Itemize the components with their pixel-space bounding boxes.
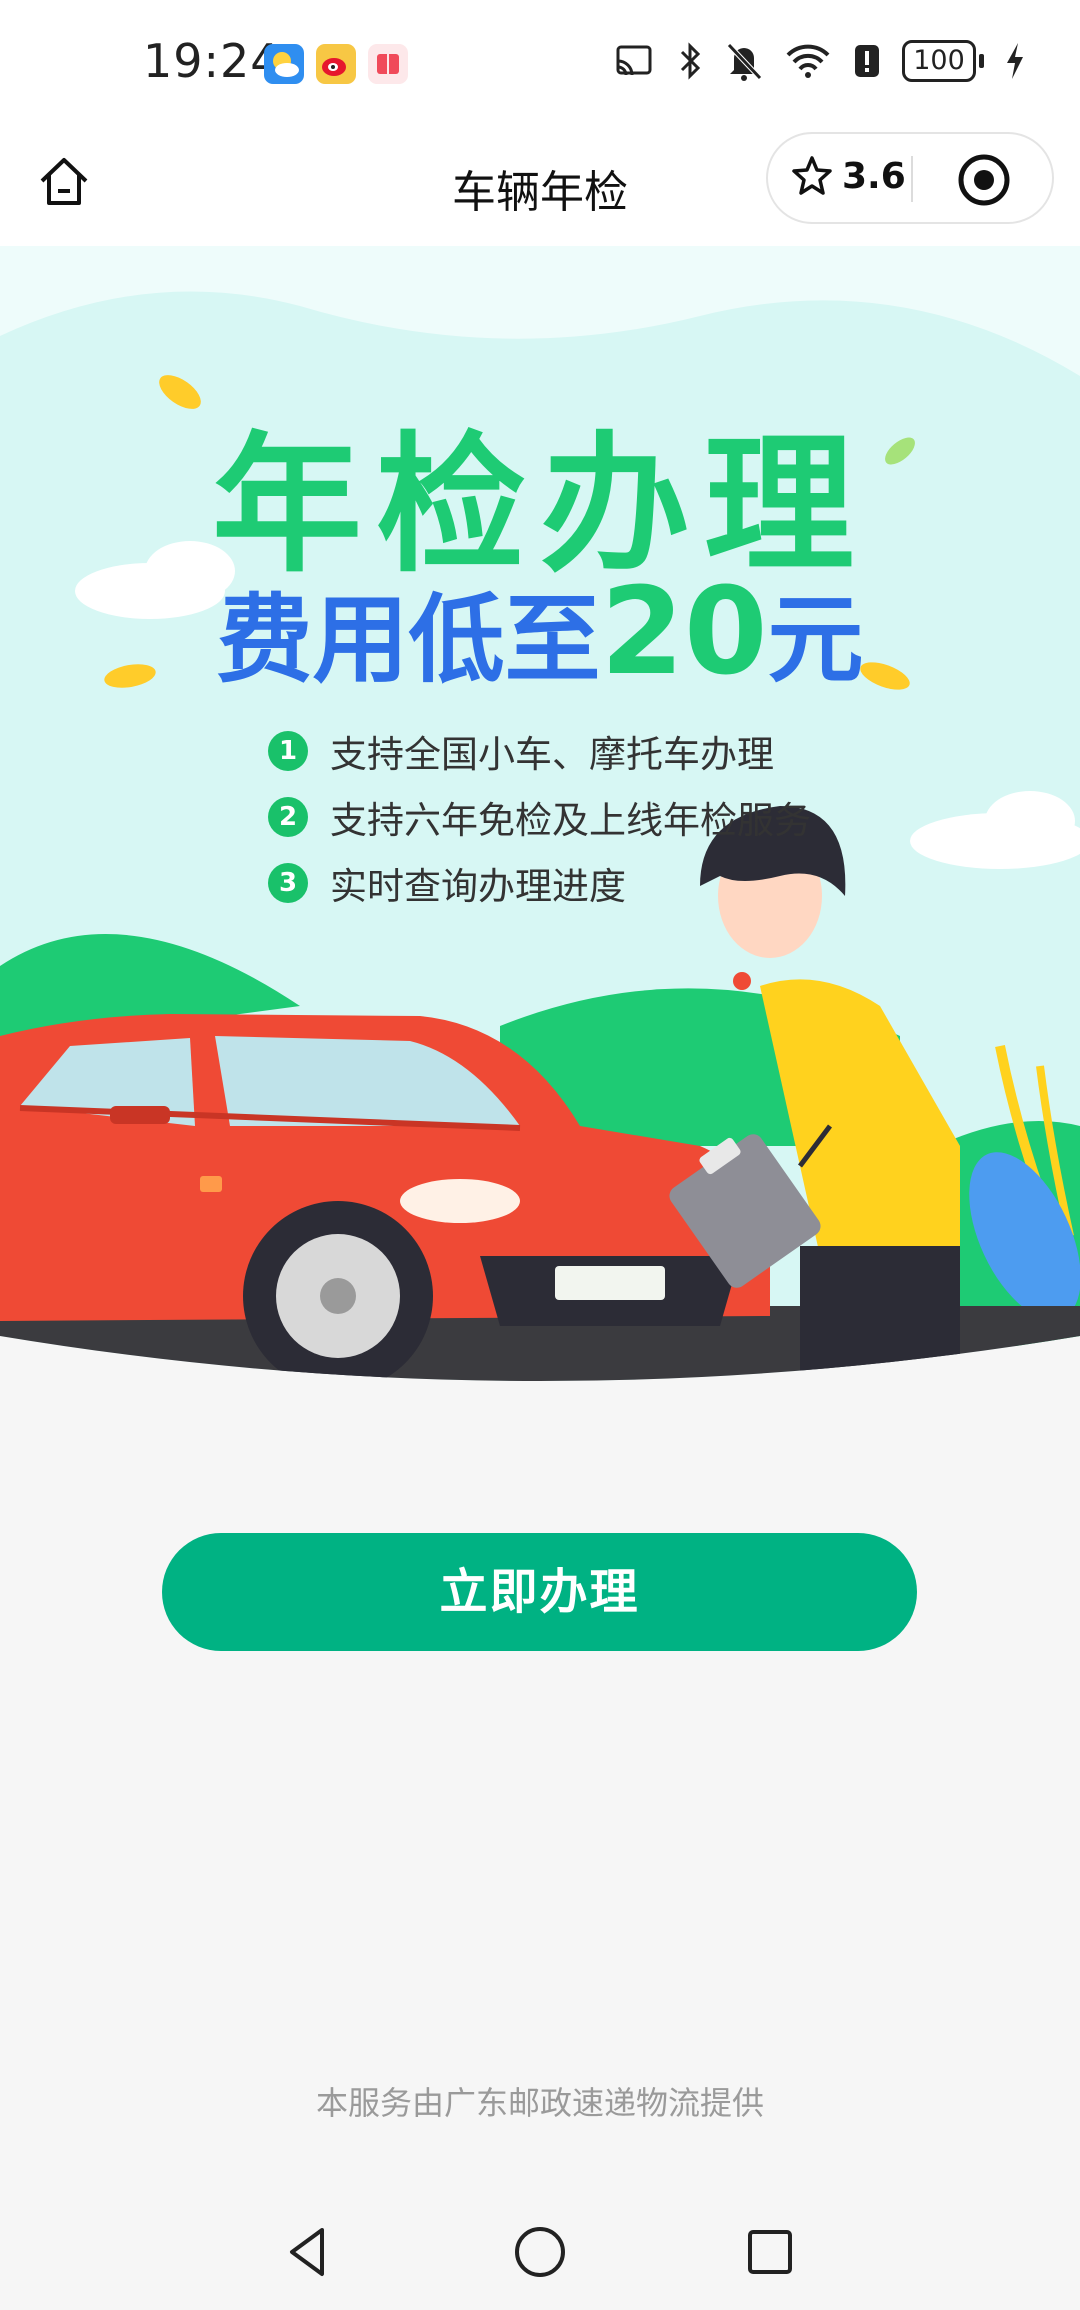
status-bar: 19:24 100 bbox=[0, 0, 1080, 128]
nav-header: 车辆年检 3.6 bbox=[0, 128, 1080, 246]
feature-text: 实时查询办理进度 bbox=[330, 865, 626, 908]
hero-price-unit: 元 bbox=[767, 584, 864, 696]
battery-level: 100 bbox=[902, 40, 976, 82]
rating-value: 3.6 bbox=[842, 155, 906, 197]
bluetooth-icon bbox=[680, 42, 701, 80]
home-circle-icon[interactable] bbox=[510, 2222, 570, 2282]
apply-now-button[interactable]: 立即办理 bbox=[162, 1533, 917, 1651]
weather-app-icon bbox=[264, 44, 304, 84]
feature-text: 支持六年免检及上线年检服务 bbox=[330, 799, 811, 842]
hero-subtitle: 费用低至20元 bbox=[0, 562, 1080, 702]
feature-number: 3 bbox=[268, 863, 308, 903]
rating-button[interactable]: 3.6 bbox=[790, 154, 906, 198]
star-icon bbox=[792, 156, 832, 195]
recents-icon[interactable] bbox=[740, 2222, 800, 2282]
hero-price: 20 bbox=[600, 563, 768, 702]
alert-icon bbox=[855, 45, 879, 77]
hero-subtitle-prefix: 费用低至 bbox=[216, 584, 601, 696]
charging-icon bbox=[1007, 43, 1023, 79]
capsule-divider bbox=[911, 156, 913, 202]
feature-item: 3 实时查询办理进度 bbox=[268, 850, 811, 916]
feature-list: 1 支持全国小车、摩托车办理 2 支持六年免检及上线年检服务 3 实时查询办理进… bbox=[268, 718, 811, 916]
battery-icon: 100 bbox=[902, 40, 984, 82]
feature-item: 1 支持全国小车、摩托车办理 bbox=[268, 718, 811, 784]
cast-icon bbox=[616, 45, 652, 76]
weibo-app-icon bbox=[316, 44, 356, 84]
feature-text: 支持全国小车、摩托车办理 bbox=[330, 733, 774, 776]
mute-bell-icon bbox=[727, 43, 762, 81]
back-icon[interactable] bbox=[278, 2222, 338, 2282]
feature-number: 2 bbox=[268, 797, 308, 837]
system-icons: 100 bbox=[612, 40, 1026, 82]
notification-icons bbox=[264, 44, 408, 84]
hero-banner: 年检办理 费用低至20元 1 支持全国小车、摩托车办理 2 支持六年免检及上线年… bbox=[0, 246, 1080, 1396]
feature-item: 2 支持六年免检及上线年检服务 bbox=[268, 784, 811, 850]
menu-capsule: 3.6 bbox=[766, 132, 1054, 224]
wifi-icon bbox=[786, 44, 830, 78]
feature-number: 1 bbox=[268, 731, 308, 771]
system-navigation-bar bbox=[0, 2200, 1080, 2310]
record-target-icon[interactable] bbox=[956, 152, 1012, 208]
status-time: 19:24 bbox=[143, 34, 281, 88]
provider-note: 本服务由广东邮政速递物流提供 bbox=[315, 2084, 764, 2122]
reader-app-icon bbox=[368, 44, 408, 84]
